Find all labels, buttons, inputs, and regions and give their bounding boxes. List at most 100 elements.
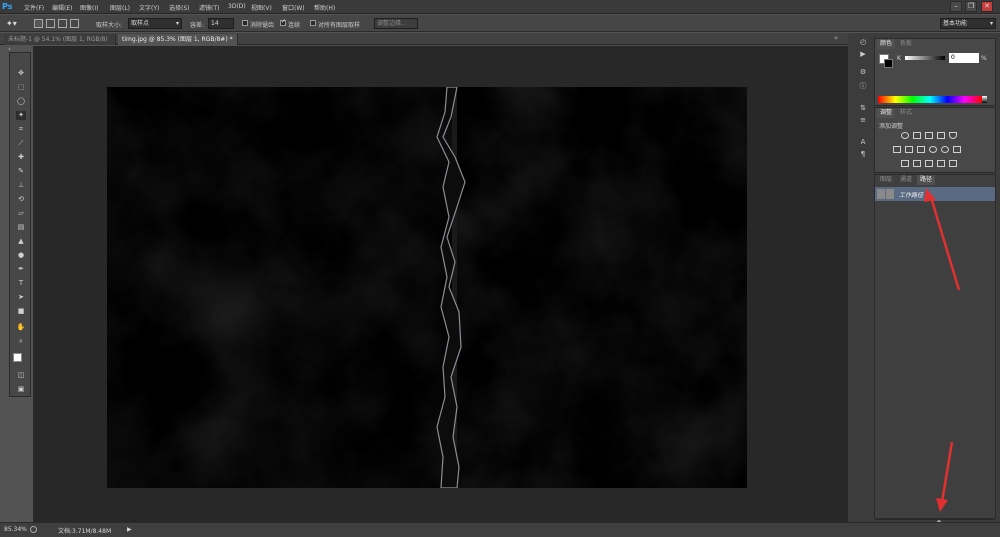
chevron-down-icon: ▾ xyxy=(175,20,179,27)
exposure-icon[interactable] xyxy=(937,132,945,139)
properties-icon[interactable]: ⚙ xyxy=(858,68,868,77)
refine-edge-button[interactable]: 调整边缘... xyxy=(374,18,418,29)
arrow-head-top xyxy=(924,188,936,202)
tab-styles[interactable]: 样式 xyxy=(897,108,915,118)
menu-3d[interactable]: 3D(D) xyxy=(228,3,246,10)
brush-tool-icon[interactable]: ✎ xyxy=(16,167,26,176)
photo-filter-icon[interactable] xyxy=(929,146,937,153)
sample-size-select[interactable]: 取样点 ▾ xyxy=(128,18,182,29)
background-swatch[interactable] xyxy=(884,59,893,68)
tab-overflow-icon[interactable]: » xyxy=(834,34,838,42)
sample-size-label: 取样大小: xyxy=(96,22,123,29)
type-tool-icon[interactable]: T xyxy=(16,279,26,288)
threshold-icon[interactable] xyxy=(925,160,933,167)
intersect-selection-icon[interactable] xyxy=(70,19,79,28)
color-spectrum[interactable] xyxy=(878,96,982,103)
play-icon[interactable]: ▶ xyxy=(858,50,868,59)
healing-tool-icon[interactable]: ✚ xyxy=(16,153,26,162)
stamp-tool-icon[interactable]: ⊥ xyxy=(16,181,26,190)
document-tab-bar: 未标题-1 @ 54.1% (图层 1, RGB/8) * timg.jpg @… xyxy=(0,33,848,54)
tab-timg[interactable]: timg.jpg @ 85.3% (图层 1, RGB/8#) * xyxy=(118,34,238,45)
hue-saturation-icon[interactable] xyxy=(893,146,901,153)
subtract-selection-icon[interactable] xyxy=(58,19,67,28)
tab-color[interactable]: 颜色 xyxy=(877,39,896,49)
move-tool-icon[interactable]: ✥ xyxy=(16,69,26,78)
brightness-icon[interactable] xyxy=(901,132,909,139)
minimize-button[interactable]: – xyxy=(950,1,962,12)
tolerance-input[interactable]: 14 xyxy=(208,18,234,29)
shape-tool-icon[interactable]: ■ xyxy=(16,307,26,316)
add-selection-icon[interactable] xyxy=(46,19,55,28)
menu-image[interactable]: 图像(I) xyxy=(80,3,98,12)
foreground-color-swatch[interactable] xyxy=(13,353,22,362)
tab-adjustments[interactable]: 调整 xyxy=(877,108,896,118)
tab-swatches[interactable]: 色板 xyxy=(897,39,915,49)
tolerance-label: 容差: xyxy=(190,22,205,29)
lasso-tool-icon[interactable]: ◯ xyxy=(16,97,26,106)
k-slider[interactable] xyxy=(905,56,945,60)
vibrance-icon[interactable] xyxy=(949,132,957,139)
all-layers-checkbox[interactable] xyxy=(310,20,316,26)
sliders-icon[interactable]: ≡ xyxy=(858,116,868,125)
crop-tool-icon[interactable]: ⌗ xyxy=(16,125,26,134)
contiguous-checkbox[interactable] xyxy=(280,18,286,26)
quick-mask-icon[interactable]: ◫ xyxy=(16,371,26,380)
screen-mode-icon[interactable]: ▣ xyxy=(16,385,26,394)
info-icon[interactable]: ⓘ xyxy=(858,82,868,91)
black-white-icon[interactable] xyxy=(917,146,925,153)
channel-mixer-icon[interactable] xyxy=(941,146,949,153)
selective-color-icon[interactable] xyxy=(937,160,945,167)
menu-filter[interactable]: 滤镜(T) xyxy=(199,3,219,12)
eyedropper-tool-icon[interactable]: ⟋ xyxy=(16,139,26,148)
gradient-tool-icon[interactable]: ▤ xyxy=(16,223,26,232)
new-selection-icon[interactable] xyxy=(34,19,43,28)
gradient-map-icon[interactable] xyxy=(949,160,957,167)
dodge-tool-icon[interactable]: ● xyxy=(16,251,26,260)
zoom-tool-icon[interactable]: ⌕ xyxy=(16,337,26,346)
color-balance-icon[interactable] xyxy=(905,146,913,153)
levels-icon[interactable] xyxy=(913,132,921,139)
menu-window[interactable]: 窗口(W) xyxy=(282,3,305,12)
photoshop-logo: Ps xyxy=(2,2,13,11)
arrow-to-work-path xyxy=(928,193,961,291)
posterize-icon[interactable] xyxy=(913,160,921,167)
adjust-icon[interactable]: ⇅ xyxy=(858,104,868,113)
k-value-input[interactable]: 0 xyxy=(949,53,979,63)
workspace-select[interactable]: 基本功能 ▾ xyxy=(940,18,996,29)
character-icon[interactable]: A xyxy=(858,138,868,147)
menu-edit[interactable]: 编辑(E) xyxy=(52,3,72,12)
pen-tool-icon[interactable]: ✒ xyxy=(16,265,26,274)
percent-label: % xyxy=(981,55,987,62)
antialias-checkbox[interactable] xyxy=(242,20,248,26)
paragraph-icon[interactable]: ¶ xyxy=(858,150,868,159)
grayscale-ramp[interactable] xyxy=(982,96,987,103)
arrow-head-bottom xyxy=(936,498,948,512)
menu-type[interactable]: 文字(Y) xyxy=(139,3,159,12)
menu-file[interactable]: 文件(F) xyxy=(24,3,44,12)
menu-help[interactable]: 帮助(H) xyxy=(314,3,335,12)
history-icon[interactable]: ◴ xyxy=(858,38,868,47)
color-lookup-icon[interactable] xyxy=(953,146,961,153)
history-brush-icon[interactable]: ⟲ xyxy=(16,195,26,204)
restore-button[interactable]: ❐ xyxy=(965,1,977,12)
close-button[interactable]: ✕ xyxy=(981,1,993,12)
menu-select[interactable]: 选择(S) xyxy=(169,3,190,12)
blur-tool-icon[interactable]: ▲ xyxy=(16,237,26,246)
curves-icon[interactable] xyxy=(925,132,933,139)
status-icon[interactable] xyxy=(30,526,37,533)
document-canvas[interactable] xyxy=(107,87,747,488)
menu-layer[interactable]: 图层(L) xyxy=(110,3,130,12)
invert-icon[interactable] xyxy=(901,160,909,167)
magic-wand-preset-icon[interactable]: ✦▾ xyxy=(6,18,24,29)
menu-view[interactable]: 视图(V) xyxy=(251,3,272,12)
magic-wand-tool-icon[interactable]: ✦ xyxy=(16,111,26,120)
chevron-down-icon: ▾ xyxy=(989,20,993,27)
marquee-tool-icon[interactable]: ⬚ xyxy=(16,83,26,92)
eraser-tool-icon[interactable]: ▱ xyxy=(16,209,26,218)
hand-tool-icon[interactable]: ✋ xyxy=(16,323,26,332)
path-selection-icon[interactable]: ➤ xyxy=(16,293,26,302)
status-menu-arrow-icon[interactable]: ▶ xyxy=(127,526,132,533)
zoom-level[interactable]: 85.34% xyxy=(4,526,27,533)
tab-untitled[interactable]: 未标题-1 @ 54.1% (图层 1, RGB/8) * xyxy=(4,34,116,54)
clouds-image xyxy=(107,87,747,488)
